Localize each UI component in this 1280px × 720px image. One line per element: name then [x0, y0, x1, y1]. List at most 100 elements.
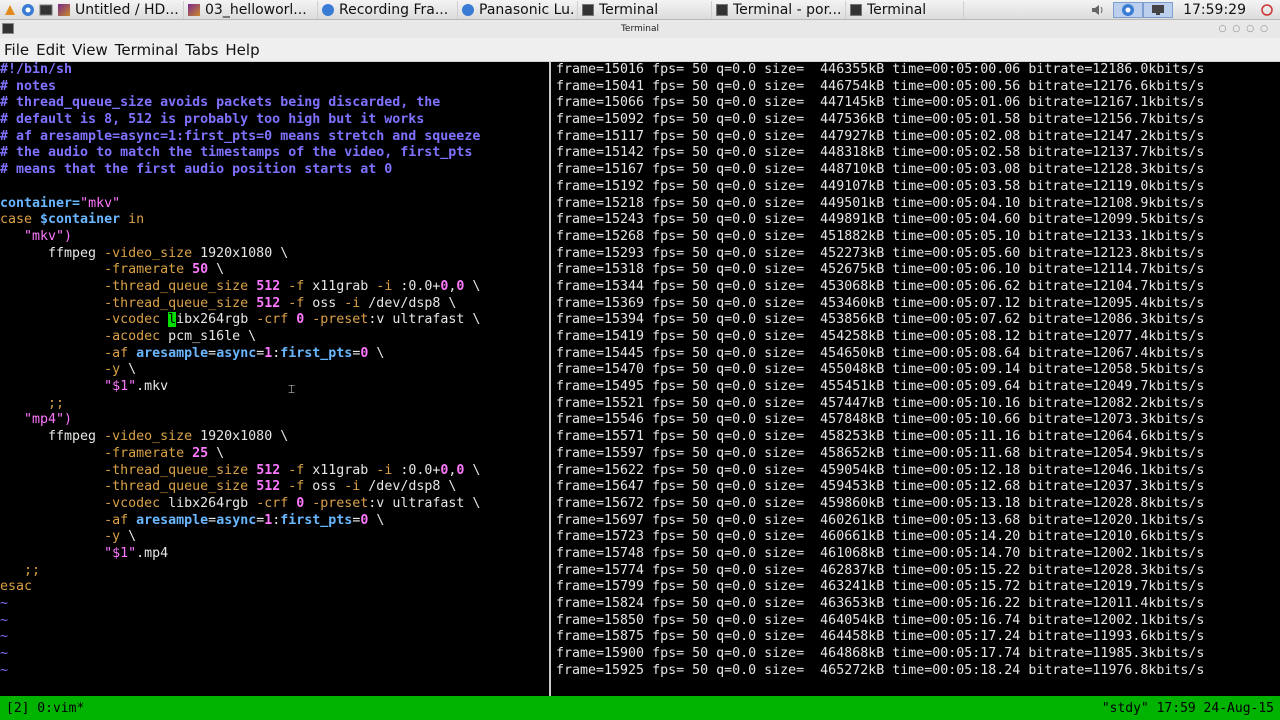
code-token: \: [464, 278, 481, 294]
vim-line: -thread_queue_size 512 -f x11grab -i :0.…: [0, 279, 549, 296]
window-titlebar[interactable]: Terminal ○○○○: [0, 20, 1280, 38]
taskbar-button[interactable]: Terminal: [846, 0, 964, 19]
vim-line: "mp4"): [0, 412, 549, 429]
chromium-icon: [462, 3, 474, 16]
code-token: -y: [104, 362, 121, 378]
code-token: 512: [248, 479, 281, 495]
terminal-icon: [850, 3, 862, 16]
vim-line: [0, 179, 549, 196]
power-icon[interactable]: [1254, 0, 1280, 20]
chromium-tray-icon[interactable]: [1113, 1, 1144, 18]
code-token: -preset: [304, 495, 369, 511]
code-token: 512: [248, 462, 281, 478]
ffmpeg-progress-line: frame=15218 fps= 50 q=0.0 size= 449501kB…: [556, 195, 1205, 211]
feather-icon: [188, 3, 200, 16]
code-token: "mkv": [80, 195, 121, 211]
code-token: /dev/dsp8 \: [360, 479, 457, 495]
menu-tabs[interactable]: Tabs: [181, 41, 221, 59]
code-token: oss: [304, 295, 345, 311]
vim-editor-pane[interactable]: #!/bin/sh # notes # thread_queue_size avoi…: [0, 62, 549, 696]
code-token: -i: [344, 479, 361, 495]
taskbar-button[interactable]: Terminal - por...: [712, 0, 846, 19]
ffmpeg-progress-line: frame=15925 fps= 50 q=0.0 size= 465272kB…: [556, 662, 1205, 678]
vim-line: ~: [0, 663, 549, 680]
code-token: ;;: [0, 562, 41, 578]
code-token: :v ultrafast \: [368, 312, 481, 328]
vim-line: ;;: [0, 563, 549, 580]
taskbar-button[interactable]: Untitled / HD...: [54, 0, 184, 19]
code-token: -thread_queue_size: [104, 295, 249, 311]
code-token: 25: [184, 445, 209, 461]
mouse-ibeam-cursor-icon: ⌶: [288, 382, 296, 396]
code-token: -video_size: [104, 429, 193, 445]
ffmpeg-progress-line: frame=15041 fps= 50 q=0.0 size= 446754kB…: [556, 78, 1205, 94]
vim-line: ffmpeg -video_size 1920x1080 \: [0, 246, 549, 263]
window-title: Terminal: [620, 24, 660, 34]
vim-line: -y \: [0, 362, 549, 379]
menu-terminal[interactable]: Terminal: [111, 41, 181, 59]
code-token: esac: [0, 579, 33, 595]
code-token: oss: [304, 479, 345, 495]
app-menu-icon[interactable]: [2, 2, 18, 18]
code-token: \: [208, 262, 225, 278]
menu-help[interactable]: Help: [221, 41, 262, 59]
ffmpeg-progress-line: frame=15419 fps= 50 q=0.0 size= 454258kB…: [556, 329, 1205, 344]
taskbar-button-label: Terminal: [867, 1, 927, 18]
ffmpeg-output-pane[interactable]: frame=15016 fps= 50 q=0.0 size= 446355kB…: [556, 62, 1276, 696]
taskbar-button[interactable]: Panasonic Lu...: [458, 0, 578, 19]
ffmpeg-progress-line: frame=15142 fps= 50 q=0.0 size= 448318kB…: [556, 145, 1205, 161]
code-token: # af aresample=async=1:first_pts=0 means…: [0, 128, 481, 144]
code-token: ffmpeg: [0, 245, 105, 261]
ffmpeg-progress-line: frame=15723 fps= 50 q=0.0 size= 460661kB…: [556, 529, 1205, 545]
status-host-time: "stdy" 17:59 24-Aug-15: [1101, 700, 1274, 716]
code-token: $container: [40, 212, 121, 228]
code-token: # means that the first audio position st…: [0, 162, 393, 178]
vim-line: -acodec pcm_s16le \: [0, 329, 549, 346]
code-token: 0: [288, 312, 305, 328]
taskbar-button[interactable]: Recording Fra...: [318, 0, 458, 19]
code-token: -framerate: [104, 445, 185, 461]
code-token: async: [216, 345, 257, 361]
terminal-launcher-icon[interactable]: [38, 2, 54, 18]
code-token: .mkv: [136, 379, 169, 395]
vim-line: case $container in: [0, 212, 549, 229]
vim-line: # default is 8, 512 is probably too high…: [0, 112, 549, 129]
code-token: -f: [280, 479, 305, 495]
tmux-status-bar: [2] 0:vim* "stdy" 17:59 24-Aug-15: [0, 696, 1280, 720]
pane-divider[interactable]: [549, 62, 551, 696]
display-tray-icon[interactable]: [1143, 1, 1174, 18]
ffmpeg-progress-line: frame=15243 fps= 50 q=0.0 size= 449891kB…: [556, 212, 1205, 228]
taskbar-button-label: Panasonic Lu...: [479, 1, 573, 18]
menu-view[interactable]: View: [68, 41, 111, 59]
window-controls[interactable]: ○○○○: [1219, 20, 1274, 38]
taskbar-button[interactable]: 03_helloworl...: [184, 0, 318, 19]
ffmpeg-progress-line: frame=15117 fps= 50 q=0.0 size= 447927kB…: [556, 128, 1205, 144]
code-token: -acodec: [104, 329, 161, 344]
menu-file[interactable]: File: [0, 41, 32, 59]
code-token: first_pts: [280, 345, 353, 361]
ffmpeg-progress-line: frame=15546 fps= 50 q=0.0 size= 457848kB…: [556, 412, 1205, 428]
terminal-area[interactable]: #!/bin/sh # notes # thread_queue_size avoi…: [0, 62, 1280, 696]
code-token: -crf: [256, 495, 289, 511]
terminal-icon: [582, 3, 594, 16]
chromium-launcher-icon[interactable]: [20, 2, 36, 18]
menu-edit[interactable]: Edit: [32, 41, 68, 59]
terminal-window-icon: [2, 23, 14, 34]
clock[interactable]: 17:59:29: [1173, 2, 1254, 18]
code-token: -af: [104, 345, 129, 361]
code-token: ffmpeg: [0, 429, 105, 445]
text-cursor: l: [168, 312, 177, 328]
volume-icon[interactable]: [1083, 2, 1113, 18]
code-token: ~: [0, 629, 9, 645]
code-token: -thread_queue_size: [104, 462, 249, 478]
status-window-list[interactable]: [2] 0:vim*: [6, 701, 84, 716]
taskbar-button-label: Terminal: [599, 1, 659, 18]
vim-line: # af aresample=async=1:first_pts=0 means…: [0, 129, 549, 146]
taskbar-button[interactable]: Terminal: [578, 0, 712, 19]
code-token: libx264rgb: [160, 495, 257, 511]
code-token: -f: [280, 278, 305, 294]
